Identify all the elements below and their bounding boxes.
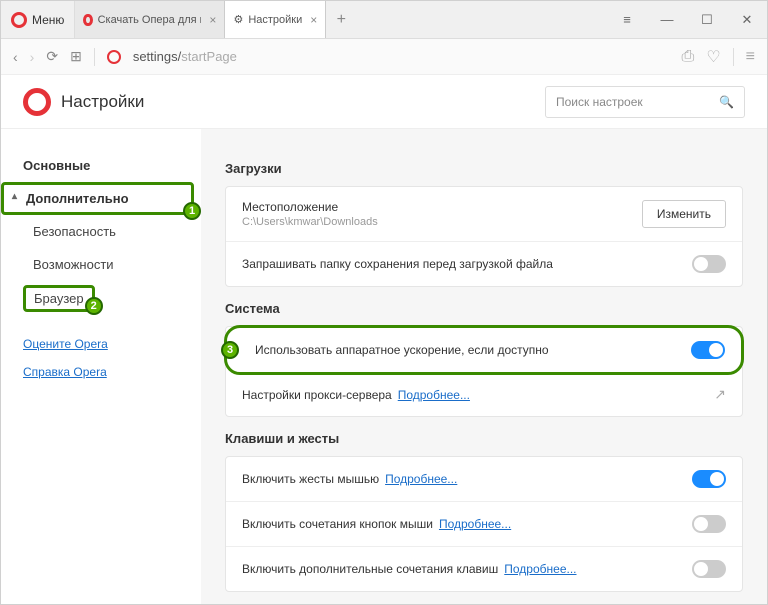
learn-more-link[interactable]: Подробнее... <box>385 472 457 486</box>
row-proxy[interactable]: Настройки прокси-сервера Подробнее... ↗ <box>226 373 742 416</box>
sidebar-item-basic[interactable]: Основные <box>1 149 201 182</box>
highlight-browser: Браузер 2 <box>23 285 95 312</box>
external-link-icon: ↗ <box>714 386 726 403</box>
system-card: 3 Использовать аппаратное ускорение, есл… <box>225 326 743 417</box>
tab-settings[interactable]: ⚙ Настройки × <box>225 1 326 38</box>
toggle-ask-download[interactable] <box>692 255 726 273</box>
downloads-card: Местоположение C:\Users\kmwar\Downloads … <box>225 186 743 287</box>
sidebar-label: Дополнительно <box>26 191 129 206</box>
location-path: C:\Users\kmwar\Downloads <box>242 216 378 228</box>
row-mouse-gestures[interactable]: Включить жесты мышью Подробнее... <box>226 457 742 502</box>
settings-main: Загрузки Местоположение C:\Users\kmwar\D… <box>201 129 767 604</box>
gestures-card: Включить жесты мышью Подробнее... Включи… <box>225 456 743 592</box>
sidebar: Основные ▴ Дополнительно 1 Безопасность … <box>1 129 201 604</box>
menu-button[interactable]: Меню <box>1 1 75 38</box>
search-input[interactable]: Поиск настроек 🔍 <box>545 86 745 118</box>
divider <box>733 48 734 66</box>
opera-icon <box>83 14 92 26</box>
divider <box>94 48 95 66</box>
row-label: Запрашивать папку сохранения перед загру… <box>242 257 553 271</box>
title-bar: Меню Скачать Опера для комп... × ⚙ Настр… <box>1 1 767 39</box>
reload-button[interactable]: ⟳ <box>46 48 58 65</box>
learn-more-link[interactable]: Подробнее... <box>504 562 576 576</box>
new-tab-button[interactable]: + <box>326 1 356 38</box>
row-label: Включить дополнительные сочетания клавиш <box>242 562 498 576</box>
toggle-rocker-gestures[interactable] <box>692 515 726 533</box>
toggle-extra-shortcuts[interactable] <box>692 560 726 578</box>
row-label: Включить сочетания кнопок мыши <box>242 517 433 531</box>
row-label: Включить жесты мышью <box>242 472 379 486</box>
maximize-button[interactable]: ☐ <box>687 1 727 38</box>
minimize-button[interactable]: — <box>647 1 687 38</box>
sidebar-item-advanced[interactable]: ▴ Дополнительно 1 <box>1 182 201 215</box>
row-hardware-accel[interactable]: 3 Использовать аппаратное ускорение, есл… <box>224 325 744 375</box>
tab-download-opera[interactable]: Скачать Опера для комп... × <box>75 1 225 38</box>
row-ask-before-download[interactable]: Запрашивать папку сохранения перед загру… <box>226 242 742 286</box>
section-system: Система <box>225 301 743 316</box>
row-extra-shortcuts[interactable]: Включить дополнительные сочетания клавиш… <box>226 547 742 591</box>
settings-header: Настройки Поиск настроек 🔍 <box>1 75 767 129</box>
search-placeholder: Поиск настроек <box>556 95 643 109</box>
help-opera-link[interactable]: Справка Opera <box>1 358 201 386</box>
search-icon: 🔍 <box>719 95 734 109</box>
url-display[interactable]: settings/startPage <box>133 49 237 64</box>
tab-label: Настройки <box>248 14 302 26</box>
row-label: Настройки прокси-сервера <box>242 388 392 402</box>
heart-icon[interactable]: ♡ <box>706 47 720 67</box>
url-main: settings/ <box>133 49 181 64</box>
row-label: Использовать аппаратное ускорение, если … <box>255 343 549 357</box>
sidebar-item-security[interactable]: Безопасность <box>1 215 201 248</box>
sidebar-item-features[interactable]: Возможности <box>1 248 201 281</box>
opera-logo-icon <box>23 88 51 116</box>
toggle-hw-accel[interactable] <box>691 341 725 359</box>
tab-label: Скачать Опера для комп... <box>98 14 202 26</box>
settings-content: Основные ▴ Дополнительно 1 Безопасность … <box>1 129 767 604</box>
forward-button[interactable]: › <box>30 49 35 65</box>
section-gestures: Клавиши и жесты <box>225 431 743 446</box>
tabs-list-button[interactable]: ≡ <box>607 1 647 38</box>
easy-setup-icon[interactable]: ≡ <box>746 48 755 66</box>
back-button[interactable]: ‹ <box>13 49 18 65</box>
sidebar-item-browser[interactable]: Браузер 2 <box>1 281 201 316</box>
annotation-3: 3 <box>221 341 239 359</box>
location-label: Местоположение <box>242 200 378 214</box>
learn-more-link[interactable]: Подробнее... <box>398 388 470 402</box>
opera-icon <box>11 12 27 28</box>
close-window-button[interactable]: ✕ <box>727 1 767 38</box>
snapshot-icon[interactable]: ⎙ <box>682 48 695 66</box>
gear-icon: ⚙ <box>233 13 243 26</box>
rate-opera-link[interactable]: Оцените Opera <box>1 330 201 358</box>
close-icon[interactable]: × <box>209 13 216 27</box>
page-title: Настройки <box>61 92 144 112</box>
highlight-advanced: ▴ Дополнительно 1 <box>1 182 194 215</box>
address-bar: ‹ › ⟳ ⊞ settings/startPage ⎙ ♡ ≡ <box>1 39 767 75</box>
chevron-up-icon: ▴ <box>12 191 17 202</box>
annotation-2: 2 <box>85 297 103 315</box>
speed-dial-button[interactable]: ⊞ <box>70 48 82 65</box>
opera-icon <box>107 50 121 64</box>
window-controls: ≡ — ☐ ✕ <box>607 1 767 38</box>
section-downloads: Загрузки <box>225 161 743 176</box>
learn-more-link[interactable]: Подробнее... <box>439 517 511 531</box>
change-button[interactable]: Изменить <box>642 200 726 228</box>
toggle-mouse-gestures[interactable] <box>692 470 726 488</box>
sidebar-label: Браузер <box>34 291 84 306</box>
spacer <box>1 316 201 330</box>
close-icon[interactable]: × <box>310 13 317 27</box>
menu-label: Меню <box>32 13 64 27</box>
url-sub: startPage <box>181 49 237 64</box>
row-download-location: Местоположение C:\Users\kmwar\Downloads … <box>226 187 742 242</box>
row-rocker-gestures[interactable]: Включить сочетания кнопок мыши Подробнее… <box>226 502 742 547</box>
